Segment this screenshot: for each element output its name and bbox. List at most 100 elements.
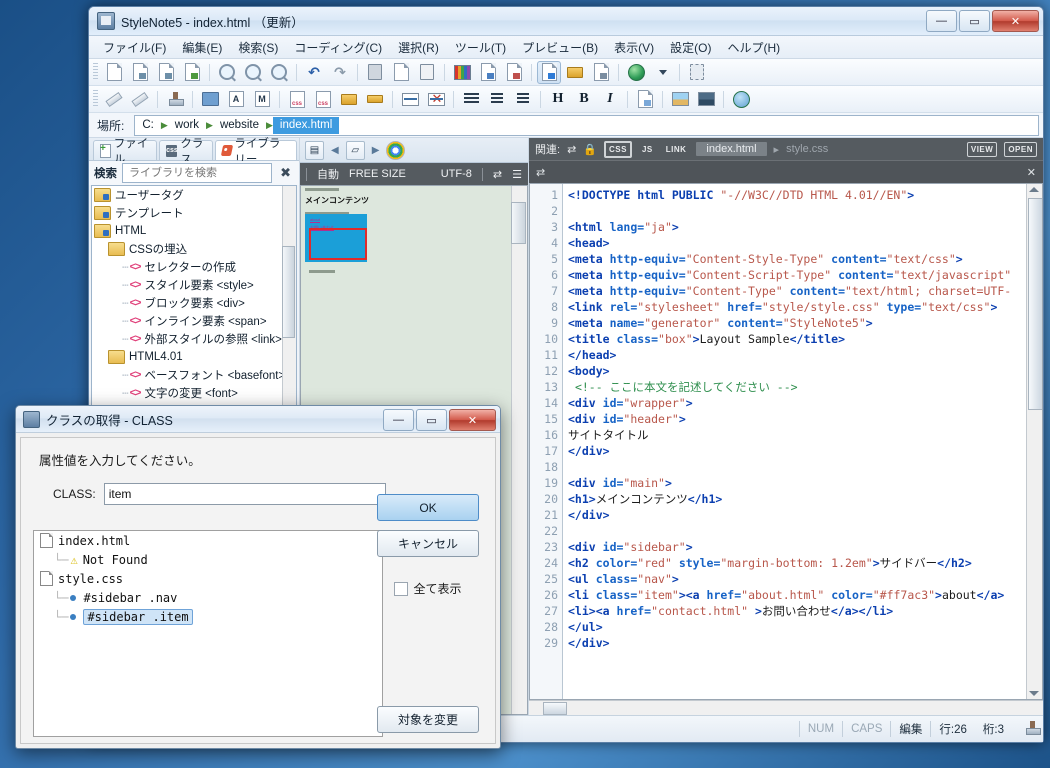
code-line[interactable]: <meta http-equiv="Content-Style-Type" co…	[568, 251, 1026, 267]
menu-item-file[interactable]: ファイル(F)	[95, 36, 174, 59]
menu-item-search[interactable]: 検索(S)	[230, 36, 286, 59]
change-target-button[interactable]: 対象を変更	[377, 706, 479, 733]
eraser-all-icon[interactable]	[128, 88, 152, 111]
code-line[interactable]: <h1>メインコンテンツ</h1>	[568, 491, 1026, 507]
code-line[interactable]: <div id="main">	[568, 475, 1026, 491]
code-line[interactable]: <ul class="nav">	[568, 571, 1026, 587]
heading-icon[interactable]: H	[546, 88, 570, 111]
dialog-minimize-button[interactable]: —	[383, 409, 414, 431]
show-all-checkbox-row[interactable]: 全て表示	[394, 580, 462, 597]
editor-current-file-tab[interactable]: index.html	[696, 142, 767, 156]
rules-listbox[interactable]: index.html └─ ⚠ Not Found style.css └─ #sideba…	[33, 530, 383, 737]
code-line[interactable]: <li><a href="contact.html" >お問い合わせ</a></…	[568, 603, 1026, 619]
align-left-icon[interactable]	[459, 88, 483, 111]
menu-item-preview[interactable]: プレビュー(B)	[514, 36, 606, 59]
redo-icon[interactable]: ↷	[328, 61, 352, 84]
breadcrumb-work[interactable]: work	[168, 117, 206, 134]
undo-icon[interactable]: ↶	[302, 61, 326, 84]
code-line[interactable]: </div>	[568, 443, 1026, 459]
new-preview-icon[interactable]: ▤	[305, 140, 324, 160]
code-line[interactable]: <div id="sidebar">	[568, 539, 1026, 555]
open-file-icon[interactable]	[128, 61, 152, 84]
code-line[interactable]: </ul>	[568, 619, 1026, 635]
preview-scrollbar[interactable]	[511, 186, 527, 714]
library-tree-item[interactable]: ユーザータグ	[92, 186, 296, 204]
image-edit-icon[interactable]	[694, 88, 718, 111]
remove-rule-icon[interactable]: ✕	[424, 88, 448, 111]
rule-list-item[interactable]: style.css	[34, 569, 382, 588]
insert-image-icon[interactable]	[668, 88, 692, 111]
eraser-icon[interactable]	[102, 88, 126, 111]
close-button[interactable]: ✕	[992, 10, 1039, 32]
library-tree-item[interactable]: ┄ <> 文字の変更 <font>	[92, 384, 296, 402]
code-line[interactable]: <div id="header">	[568, 411, 1026, 427]
font-m-icon[interactable]: M	[250, 88, 274, 111]
code-line[interactable]: <html lang="ja">	[568, 219, 1026, 235]
search-input[interactable]	[127, 166, 268, 180]
code-line[interactable]: <title class="box">Layout Sample</title>	[568, 331, 1026, 347]
horizontal-rule-icon[interactable]	[398, 88, 422, 111]
hamburger-icon[interactable]: ☰	[512, 168, 522, 181]
box-yellow-icon[interactable]	[337, 88, 361, 111]
tab-library[interactable]: ライブラリー	[214, 138, 297, 166]
box-flat-icon[interactable]	[363, 88, 387, 111]
code-line[interactable]	[568, 523, 1026, 539]
scroll-up-arrow-icon[interactable]	[1029, 187, 1039, 192]
editor-scroll-thumb[interactable]	[1028, 198, 1042, 410]
dialog-close-button[interactable]: ✕	[449, 409, 496, 431]
code-line[interactable]: <li class="item"><a href="about.html" co…	[568, 587, 1026, 603]
insert-red-icon[interactable]	[502, 61, 526, 84]
badge-link[interactable]: LINK	[663, 143, 690, 156]
rule-list-item[interactable]: └─ #sidebar .item	[34, 607, 382, 626]
stamp-icon[interactable]	[1026, 720, 1041, 738]
rule-list-item[interactable]: └─ #sidebar .nav	[34, 588, 382, 607]
italic-icon[interactable]: I	[598, 88, 622, 111]
code-line[interactable]: <!-- ここに本文を記述してください -->	[568, 379, 1026, 395]
menu-item-coding[interactable]: コーディング(C)	[286, 36, 390, 59]
breadcrumb[interactable]: C: ▶ work ▶ website ▶ index.html	[134, 114, 1039, 136]
code-line[interactable]: <link rel="stylesheet" href="style/style…	[568, 299, 1026, 315]
search-icon[interactable]	[215, 61, 239, 84]
library-tree-item[interactable]: ┄ <> 外部スタイルの参照 <link>	[92, 330, 296, 348]
nav-forward-icon[interactable]: ▶	[370, 145, 382, 156]
toolbar-grip[interactable]	[93, 63, 98, 81]
stamp-icon[interactable]	[163, 88, 187, 111]
menu-item-edit[interactable]: 編集(E)	[174, 36, 230, 59]
copy-icon[interactable]	[389, 61, 413, 84]
comment-icon[interactable]	[729, 88, 753, 111]
open-folder-icon[interactable]	[563, 61, 587, 84]
cancel-button[interactable]: キャンセル	[377, 530, 479, 557]
css-selector-icon[interactable]: css	[311, 88, 335, 111]
rule-list-item[interactable]: index.html	[34, 531, 382, 550]
folder-icon[interactable]: ▱	[345, 140, 365, 160]
browser-preview-icon[interactable]	[624, 61, 648, 84]
code-line[interactable]: <body>	[568, 363, 1026, 379]
open-button[interactable]: OPEN	[1004, 141, 1037, 157]
document-icon[interactable]	[633, 88, 657, 111]
clear-icon[interactable]: ✖	[277, 165, 294, 181]
view-button[interactable]: VIEW	[966, 141, 998, 157]
code-line[interactable]: <div id="wrapper">	[568, 395, 1026, 411]
replace-icon[interactable]	[241, 61, 265, 84]
save-file-icon[interactable]	[154, 61, 178, 84]
css-file-icon[interactable]: css	[285, 88, 309, 111]
library-tree-item[interactable]: ┄ <> ベースフォント <basefont>	[92, 366, 296, 384]
code-line[interactable]	[568, 203, 1026, 219]
menu-item-select[interactable]: 選択(R)	[390, 36, 447, 59]
sync-icon[interactable]: ⇄	[493, 168, 502, 181]
editor-hscroll-thumb[interactable]	[543, 702, 567, 715]
bold-icon[interactable]: B	[572, 88, 596, 111]
code-line[interactable]: <meta name="generator" content="StyleNot…	[568, 315, 1026, 331]
save-all-icon[interactable]	[180, 61, 204, 84]
code-line[interactable]: <!DOCTYPE html PUBLIC "-//W3C//DTD HTML …	[568, 187, 1026, 203]
code-text-area[interactable]: <!DOCTYPE html PUBLIC "-//W3C//DTD HTML …	[563, 184, 1026, 699]
code-line[interactable]: </head>	[568, 347, 1026, 363]
library-tree-item[interactable]: ┄ <> スタイル要素 <style>	[92, 276, 296, 294]
code-line[interactable]: <head>	[568, 235, 1026, 251]
preview-size-label[interactable]: FREE SIZE	[349, 168, 406, 180]
menu-item-help[interactable]: ヘルプ(H)	[719, 36, 788, 59]
sync-icon[interactable]: ⇄	[536, 166, 545, 179]
chevron-down-icon[interactable]	[650, 61, 674, 84]
search-input-wrapper[interactable]	[122, 163, 273, 183]
sync-icon[interactable]: ⇄	[567, 143, 576, 156]
